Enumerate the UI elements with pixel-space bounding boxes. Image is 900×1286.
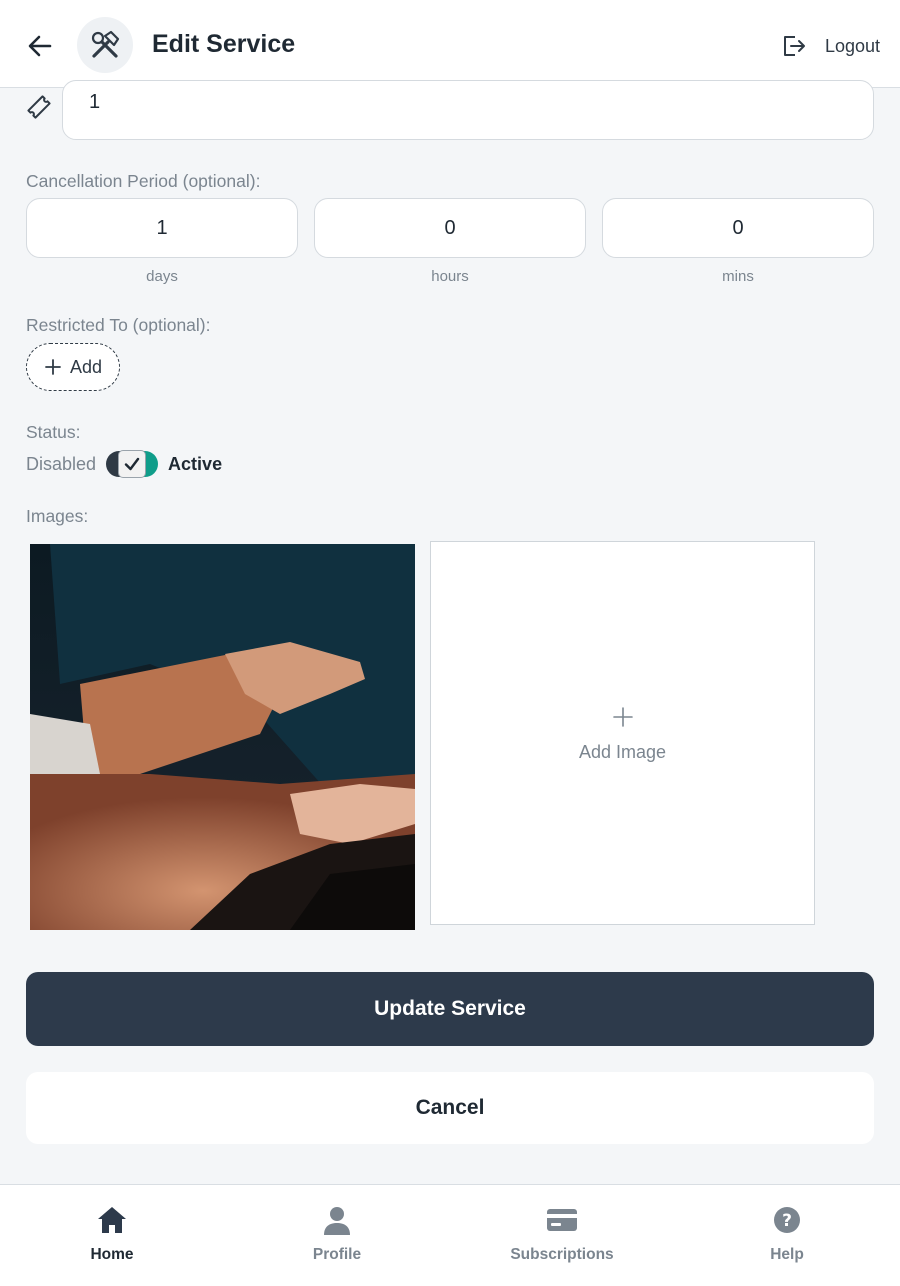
hours-unit-label: hours [431,268,469,285]
svg-text:?: ? [782,1211,792,1231]
toggle-knob [118,450,147,478]
help-icon: ? [770,1203,804,1237]
add-image-label: Add Image [578,741,667,762]
logout-label: Logout [824,35,880,56]
cancellation-period-label: Cancellation Period (optional): [26,171,261,191]
days-unit-label: days [146,268,178,285]
status-disabled-label: Disabled [26,453,97,474]
add-restriction-label: Add [69,356,103,377]
plus-icon [612,704,633,732]
person-icon [320,1203,354,1237]
days-input[interactable]: 1 [26,198,298,258]
back-button[interactable] [22,28,58,64]
logout-icon [783,36,805,56]
page-title: Edit Service [152,30,296,58]
app-header: Edit Service Logout [0,0,900,88]
images-label: Images: [26,506,89,526]
update-service-button[interactable]: Update Service [26,972,874,1046]
hours-input[interactable]: 0 [314,198,586,258]
nav-label-subscriptions: Subscriptions [510,1246,614,1263]
nav-label-home: Home [90,1246,134,1263]
card-icon [545,1203,579,1237]
home-icon [95,1203,129,1237]
quantity-input[interactable]: 1 [62,80,874,140]
logout-button[interactable]: Logout [781,31,880,61]
bottom-nav: Home Profile Subscriptions ? Help [0,1184,900,1286]
add-restriction-button[interactable]: Add [26,343,120,391]
status-toggle[interactable] [106,450,159,478]
cancel-button[interactable]: Cancel [26,1072,874,1144]
checkmark-icon [124,457,140,471]
plus-icon [45,359,61,375]
nav-label-help: Help [770,1246,804,1263]
service-image-massage[interactable] [30,544,415,930]
arrow-left-icon [28,35,52,57]
add-image-button[interactable]: Add Image [430,541,815,925]
nav-item-profile[interactable]: Profile [257,1203,417,1264]
mins-unit-label: mins [722,268,754,285]
nav-item-home[interactable]: Home [32,1203,192,1264]
status-active-label: Active [168,453,223,474]
restricted-to-label: Restricted To (optional): [26,315,211,335]
status-label: Status: [26,422,81,442]
ticket-icon [24,92,54,122]
mins-input[interactable]: 0 [602,198,874,258]
nav-label-profile: Profile [312,1246,362,1263]
service-tools-icon [77,17,133,73]
status-row: Disabled Active [26,450,222,478]
nav-item-subscriptions[interactable]: Subscriptions [482,1203,642,1264]
nav-item-help[interactable]: ? Help [707,1203,867,1264]
